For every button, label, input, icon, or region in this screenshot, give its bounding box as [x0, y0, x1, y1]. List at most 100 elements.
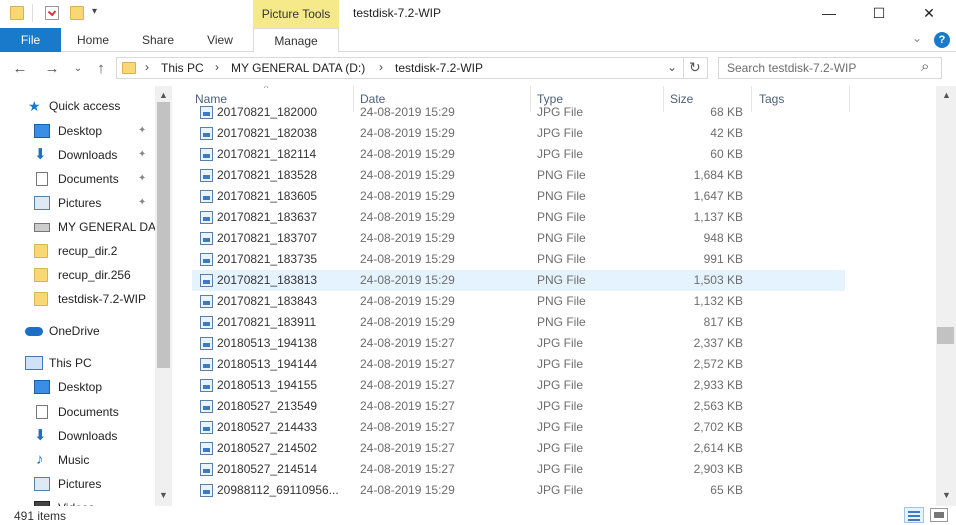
sidebar-item-label: Documents	[58, 405, 119, 419]
table-row[interactable]: 20988112_69110956... 24-08-2019 15:29 JPG …	[192, 480, 845, 501]
sidebar-item-pc-documents[interactable]: Documents	[0, 401, 155, 423]
file-size: 68 KB	[710, 105, 743, 119]
breadcrumb-separator[interactable]: ›	[379, 60, 383, 74]
table-row[interactable]: 20180513_194155 24-08-2019 15:27 JPG File 2…	[192, 375, 845, 396]
nav-scroll-thumb[interactable]	[157, 102, 170, 368]
sidebar-item-label: testdisk-7.2-WIP	[58, 292, 147, 306]
table-row[interactable]: 20170821_183735 24-08-2019 15:29 PNG File 9…	[192, 249, 845, 270]
table-row[interactable]: 20180527_214433 24-08-2019 15:27 JPG File 2…	[192, 417, 845, 438]
table-row[interactable]: 20180513_194138 24-08-2019 15:27 JPG File 2…	[192, 333, 845, 354]
table-row[interactable]: 20170821_182000 24-08-2019 15:29 JPG File 6…	[192, 102, 845, 123]
sidebar-item-quick-access[interactable]: ★ Quick access	[0, 95, 155, 117]
sidebar-item-recup-dir-256[interactable]: recup_dir.256	[0, 264, 155, 286]
sidebar-item-onedrive[interactable]: OneDrive	[0, 320, 155, 342]
music-icon: ♪	[36, 451, 44, 468]
sidebar-item-label: Pictures	[58, 477, 102, 491]
tab-manage[interactable]: Manage	[253, 28, 339, 52]
pin-icon[interactable]: ✦	[138, 168, 146, 190]
table-row[interactable]: 20170821_183813 24-08-2019 15:29 PNG File 1…	[192, 270, 845, 291]
up-button[interactable]: ↑	[91, 60, 111, 78]
ribbon-collapse-icon[interactable]: ⌄	[912, 31, 922, 45]
file-type: PNG File	[537, 294, 586, 308]
pin-icon[interactable]: ✦	[138, 120, 146, 142]
close-button[interactable]: ✕	[906, 0, 952, 26]
breadcrumb-current-folder[interactable]: testdisk-7.2-WIP	[395, 61, 483, 75]
column-divider[interactable]	[849, 86, 850, 112]
sidebar-item-pc-music[interactable]: ♪ Music	[0, 449, 155, 471]
table-row[interactable]: 20180527_214502 24-08-2019 15:27 JPG File 2…	[192, 438, 845, 459]
image-file-icon	[200, 253, 213, 266]
folder-icon[interactable]	[10, 6, 24, 20]
file-date: 24-08-2019 15:29	[360, 315, 455, 329]
forward-button[interactable]: →	[42, 60, 62, 78]
table-row[interactable]: 20170821_183843 24-08-2019 15:29 PNG File 1…	[192, 291, 845, 312]
sidebar-item-label: Pictures	[58, 196, 102, 210]
table-row[interactable]: 20170821_182038 24-08-2019 15:29 JPG File 4…	[192, 123, 845, 144]
file-name: 20170821_183707	[217, 231, 318, 245]
customize-qa-dropdown-icon[interactable]: ▾	[92, 6, 97, 17]
tab-view[interactable]: View	[191, 28, 249, 52]
file-type: PNG File	[537, 231, 586, 245]
search-icon[interactable]: ⌕	[921, 58, 929, 75]
scroll-down-arrow[interactable]: ▼	[938, 488, 955, 502]
sidebar-item-documents[interactable]: Documents ✦	[0, 168, 155, 190]
sidebar-item-desktop[interactable]: Desktop ✦	[0, 120, 155, 142]
pin-icon[interactable]: ✦	[138, 192, 146, 214]
breadcrumb-drive[interactable]: MY GENERAL DATA (D:)	[231, 61, 365, 75]
pin-icon[interactable]: ✦	[138, 144, 146, 166]
table-row[interactable]: 20170821_183911 24-08-2019 15:29 PNG File 8…	[192, 312, 845, 333]
file-name: 20180527_214433	[217, 420, 318, 434]
refresh-icon[interactable]: ↻	[689, 59, 701, 76]
scroll-up-arrow[interactable]: ▲	[155, 88, 172, 102]
breadcrumb-separator[interactable]: ›	[145, 60, 149, 74]
search-input[interactable]	[727, 60, 917, 76]
search-box[interactable]: ⌕	[718, 57, 942, 79]
breadcrumb-this-pc[interactable]: This PC	[161, 61, 204, 75]
minimize-button[interactable]: —	[806, 0, 852, 26]
table-row[interactable]: 20170821_183528 24-08-2019 15:29 PNG File 1…	[192, 165, 845, 186]
properties-icon[interactable]	[45, 6, 59, 20]
address-bar[interactable]: › This PC › MY GENERAL DATA (D:) › testd…	[116, 57, 708, 79]
help-icon[interactable]: ?	[934, 32, 950, 48]
breadcrumb-separator[interactable]: ›	[215, 60, 219, 74]
table-row[interactable]: 20170821_182114 24-08-2019 15:29 JPG File 6…	[192, 144, 845, 165]
large-icons-view-button[interactable]	[930, 508, 948, 522]
sidebar-item-pc-desktop[interactable]: Desktop	[0, 376, 155, 398]
table-row[interactable]: 20170821_183707 24-08-2019 15:29 PNG File 9…	[192, 228, 845, 249]
file-list-scrollbar[interactable]: ▲ ▼	[936, 86, 956, 506]
file-type: JPG File	[537, 357, 584, 371]
sidebar-item-recup-dir-2[interactable]: recup_dir.2	[0, 240, 155, 262]
sidebar-item-this-pc[interactable]: This PC	[0, 352, 155, 374]
sidebar-item-label: Downloads	[58, 429, 118, 443]
nav-scrollbar[interactable]: ▲ ▼	[155, 86, 172, 506]
sidebar-item-testdisk[interactable]: testdisk-7.2-WIP	[0, 288, 155, 310]
maximize-button[interactable]: ☐	[856, 0, 902, 26]
table-row[interactable]: 20180527_214514 24-08-2019 15:27 JPG File 2…	[192, 459, 845, 480]
scroll-down-arrow[interactable]: ▼	[155, 488, 172, 502]
table-row[interactable]: 20170821_183637 24-08-2019 15:29 PNG File 1…	[192, 207, 845, 228]
tab-file[interactable]: File	[0, 28, 61, 52]
item-count: 491 items	[14, 509, 67, 523]
details-view-button[interactable]	[904, 507, 924, 523]
downloads-icon: ⬇	[34, 427, 47, 444]
back-button[interactable]: ←	[10, 60, 30, 78]
table-row[interactable]: 20180527_213549 24-08-2019 15:27 JPG File 2…	[192, 396, 845, 417]
sidebar-item-downloads[interactable]: ⬇ Downloads ✦	[0, 144, 155, 166]
tab-home[interactable]: Home	[61, 28, 125, 52]
file-size: 2,563 KB	[693, 399, 743, 413]
tab-share[interactable]: Share	[125, 28, 191, 52]
table-row[interactable]: 20170821_183605 24-08-2019 15:29 PNG File 1…	[192, 186, 845, 207]
table-row[interactable]: 20180513_194144 24-08-2019 15:27 JPG File 2…	[192, 354, 845, 375]
new-folder-icon[interactable]	[70, 6, 84, 20]
sidebar-item-label: Quick access	[49, 99, 121, 113]
address-dropdown-icon[interactable]: ⌄	[667, 60, 677, 74]
sidebar-item-pc-pictures[interactable]: Pictures	[0, 473, 155, 495]
sidebar-item-drive-d[interactable]: MY GENERAL DATA (D:)	[0, 216, 155, 238]
sidebar-item-pc-downloads[interactable]: ⬇ Downloads	[0, 425, 155, 447]
scroll-up-arrow[interactable]: ▲	[938, 88, 955, 102]
sidebar-item-pictures[interactable]: Pictures ✦	[0, 192, 155, 214]
file-type: JPG File	[537, 483, 584, 497]
recent-locations-icon[interactable]: ⌄	[68, 60, 88, 78]
file-list-scroll-thumb[interactable]	[937, 327, 954, 344]
sidebar-item-pc-videos[interactable]: Videos	[0, 497, 155, 506]
